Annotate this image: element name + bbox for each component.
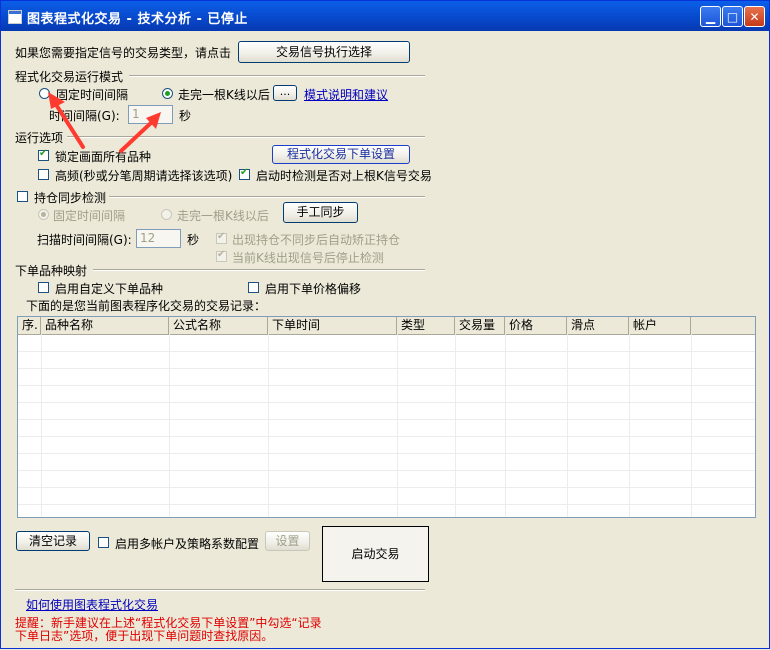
arrow-annotation	[119, 112, 161, 153]
arrow-annotation	[48, 92, 85, 149]
annotation-arrows	[48, 92, 161, 153]
main-window: 图表程式化交易 - 技术分析 - 已停止 ▁ □ ✕ 如果您需要指定信号的交易类…	[0, 0, 770, 649]
